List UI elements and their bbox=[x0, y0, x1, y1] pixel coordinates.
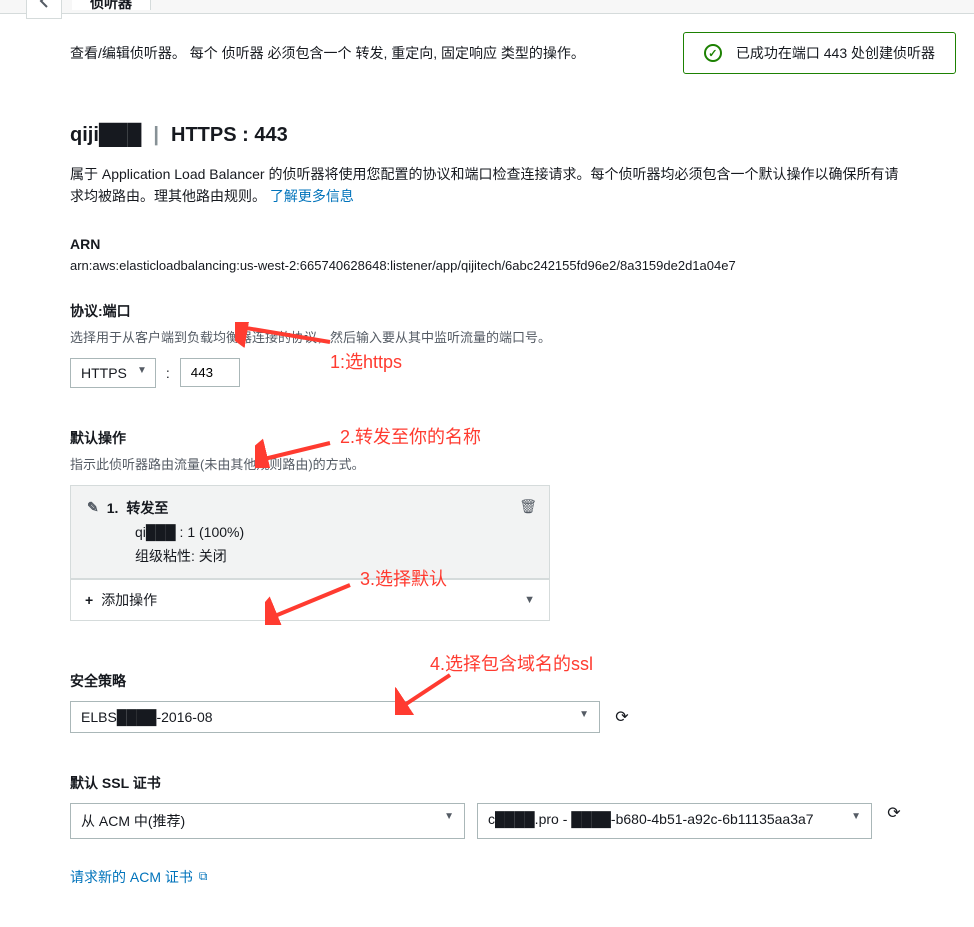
refresh-icon[interactable]: ⟳ bbox=[612, 707, 632, 727]
success-text: 已成功在端口 443 处创建侦听器 bbox=[736, 43, 935, 63]
lb-name: qiji███ bbox=[70, 124, 141, 147]
default-action-sub: 指示此侦听器路由流量(未由其他规则路由)的方式。 bbox=[70, 454, 904, 473]
add-action-button[interactable]: + 添加操作 ▼ bbox=[70, 579, 550, 621]
port-input[interactable] bbox=[180, 358, 240, 387]
page-title: qiji███ | HTTPS : 443 bbox=[70, 124, 904, 147]
external-link-icon: ⧉ bbox=[199, 869, 208, 884]
protocol-port-label: 协议:端口 bbox=[70, 301, 904, 321]
tab-listener[interactable]: 侦听器 bbox=[72, 0, 151, 10]
title-divider: | bbox=[153, 124, 159, 147]
action-sticky: 组级粘性: 关闭 bbox=[135, 546, 533, 566]
protocol-port-sub: 选择用于从客户端到负载均衡器连接的协议，然后输入要从其中监听流量的端口号。 bbox=[70, 327, 904, 346]
add-action-label: 添加操作 bbox=[101, 592, 157, 608]
edit-icon[interactable]: ✎ bbox=[87, 499, 99, 516]
security-policy-label: 安全策略 bbox=[70, 671, 904, 691]
delete-icon[interactable]: 🗑 bbox=[519, 498, 537, 515]
arn-label: ARN bbox=[70, 236, 904, 252]
request-acm-link[interactable]: 请求新的 ACM 证书 ⧉ bbox=[70, 867, 207, 887]
acm-link-text: 请求新的 ACM 证书 bbox=[70, 867, 193, 887]
action-target: qi███ : 1 (100%) bbox=[135, 524, 533, 540]
plus-icon: + bbox=[85, 592, 93, 608]
ssl-label: 默认 SSL 证书 bbox=[70, 773, 904, 793]
action-index: 1. bbox=[107, 500, 119, 516]
check-icon: ✓ bbox=[704, 44, 722, 62]
action-forward-label: 转发至 bbox=[126, 498, 168, 518]
ssl-cert-value: c████.pro - ████-b680-4b51-a92c-6b11135a… bbox=[488, 811, 814, 827]
intro-text: 属于 Application Load Balancer 的侦听器将使用您配置的… bbox=[70, 166, 898, 204]
default-action-label: 默认操作 bbox=[70, 428, 904, 448]
listener-description: 查看/编辑侦听器。 每个 侦听器 必须包含一个 转发, 重定向, 固定响应 类型… bbox=[70, 43, 663, 63]
security-policy-value: ELBS████-2016-08 bbox=[81, 709, 213, 725]
action-card: ✎ 1. 转发至 🗑 qi███ : 1 (100%) 组级粘性: 关闭 bbox=[70, 485, 550, 579]
protocol-select[interactable]: HTTPS bbox=[70, 358, 156, 388]
back-button[interactable] bbox=[26, 0, 62, 19]
protocol-select-value: HTTPS bbox=[81, 365, 127, 381]
arn-value: arn:aws:elasticloadbalancing:us-west-2:6… bbox=[70, 258, 904, 273]
learn-more-link[interactable]: 了解更多信息 bbox=[270, 188, 354, 204]
refresh-ssl-icon[interactable]: ⟳ bbox=[884, 803, 904, 823]
intro-paragraph: 属于 Application Load Balancer 的侦听器将使用您配置的… bbox=[70, 163, 904, 208]
listener-protocol-port: HTTPS : 443 bbox=[171, 124, 288, 147]
chevron-down-icon: ▼ bbox=[524, 594, 535, 606]
security-policy-select[interactable]: ELBS████-2016-08 bbox=[70, 701, 600, 733]
success-toast: ✓ 已成功在端口 443 处创建侦听器 bbox=[683, 32, 956, 74]
colon-separator: : bbox=[166, 365, 170, 381]
